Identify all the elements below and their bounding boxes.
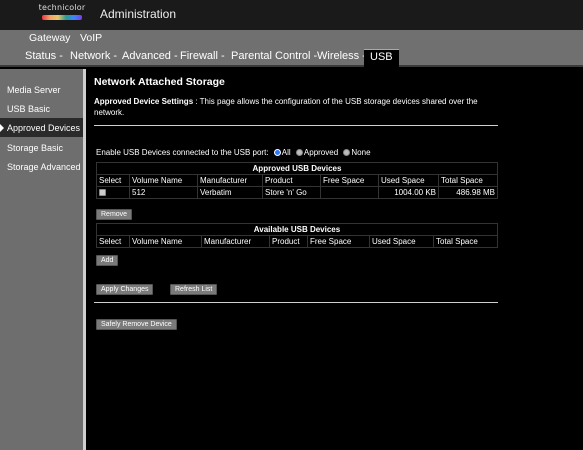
column-header: Volume Name [129, 235, 202, 248]
top-header-bar: technicolor Administration [0, 0, 583, 30]
divider [94, 125, 498, 126]
nav-gateway[interactable]: Gateway [29, 32, 70, 44]
free-space-cell [320, 186, 379, 199]
column-header: Manufacturer [197, 174, 263, 187]
active-arrow-icon [0, 124, 4, 132]
page-description: Approved Device Settings : This page all… [94, 96, 498, 118]
sidebar-item-label: Approved Devices [7, 123, 81, 133]
sidebar-item-storage-basic[interactable]: Storage Basic [0, 138, 83, 157]
column-header: Select [96, 174, 130, 187]
sidebar-item-approved-devices[interactable]: Approved Devices [0, 118, 83, 137]
tab-usb[interactable]: USB [364, 49, 399, 69]
select-checkbox[interactable] [99, 189, 106, 196]
table-header-row: Select Volume Name Manufacturer Product … [96, 235, 498, 248]
column-header: Product [262, 174, 321, 187]
logo-color-bar [42, 15, 82, 20]
table-header-row: Select Volume Name Manufacturer Product … [96, 174, 498, 187]
column-header: Manufacturer [201, 235, 270, 248]
radio-approved-label: Approved [303, 148, 339, 157]
sidebar-item-label: Media Server [7, 85, 61, 95]
primary-nav: Gateway VoIP [0, 30, 583, 46]
apply-changes-button[interactable]: Apply Changes [96, 284, 154, 295]
description-label: Approved Device Settings [94, 97, 194, 106]
volume-name-cell: 512 [129, 186, 198, 199]
sidebar-item-media-server[interactable]: Media Server [0, 80, 83, 99]
select-cell [96, 186, 130, 199]
add-button[interactable]: Add [96, 255, 119, 266]
sidebar-item-label: Storage Advanced [7, 162, 81, 172]
column-header: Total Space [438, 174, 498, 187]
available-devices-table: Available USB Devices Select Volume Name… [96, 223, 498, 248]
safely-remove-device-button[interactable]: Safely Remove Device [96, 319, 177, 330]
page-title: Network Attached Storage [94, 76, 225, 88]
app-title: Administration [100, 7, 177, 21]
column-header: Product [269, 235, 308, 248]
remove-button[interactable]: Remove [96, 209, 133, 220]
used-space-cell: 1004.00 KB [378, 186, 439, 199]
radio-none[interactable] [343, 149, 351, 156]
column-header: Free Space [307, 235, 370, 248]
table-row: 512 Verbatim Store 'n' Go 1004.00 KB 486… [96, 186, 498, 199]
tab-advanced[interactable]: Advanced - [122, 50, 178, 62]
technicolor-logo: technicolor [38, 3, 86, 25]
manufacturer-cell: Verbatim [197, 186, 263, 199]
tab-status[interactable]: Status - [25, 50, 63, 62]
sidebar-item-storage-advanced[interactable]: Storage Advanced [0, 157, 83, 176]
column-header: Select [96, 235, 130, 248]
column-header: Total Space [433, 235, 498, 248]
secondary-nav: Status - Network - Advanced - Firewall -… [0, 46, 583, 69]
tab-parental-control[interactable]: Parental Control - [231, 50, 317, 62]
approved-devices-table: Approved USB Devices Select Volume Name … [96, 162, 498, 199]
logo-text: technicolor [38, 3, 86, 12]
available-table-caption: Available USB Devices [96, 223, 498, 236]
sidebar-item-label: Storage Basic [7, 143, 64, 153]
enable-usb-label: Enable USB Devices connected to the USB … [96, 148, 269, 157]
column-header: Volume Name [129, 174, 198, 187]
sidebar: Media Server USB Basic Approved Devices … [0, 69, 86, 450]
radio-none-label: None [351, 148, 371, 157]
enable-usb-row: Enable USB Devices connected to the USB … [96, 148, 371, 157]
radio-all[interactable] [273, 149, 281, 156]
sidebar-item-usb-basic[interactable]: USB Basic [0, 99, 83, 118]
column-header: Used Space [369, 235, 434, 248]
radio-all-label: All [281, 148, 291, 157]
tab-wireless[interactable]: Wireless - [317, 50, 366, 62]
total-space-cell: 486.98 MB [438, 186, 498, 199]
tab-firewall[interactable]: Firewall - [180, 50, 225, 62]
column-header: Used Space [378, 174, 439, 187]
approved-table-caption: Approved USB Devices [96, 162, 498, 175]
nav-voip[interactable]: VoIP [80, 32, 102, 44]
radio-approved[interactable] [295, 149, 303, 156]
product-cell: Store 'n' Go [262, 186, 321, 199]
divider [94, 302, 498, 303]
sidebar-item-label: USB Basic [7, 104, 51, 114]
tab-network[interactable]: Network - [70, 50, 117, 62]
refresh-list-button[interactable]: Refresh List [170, 284, 218, 295]
column-header: Free Space [320, 174, 379, 187]
